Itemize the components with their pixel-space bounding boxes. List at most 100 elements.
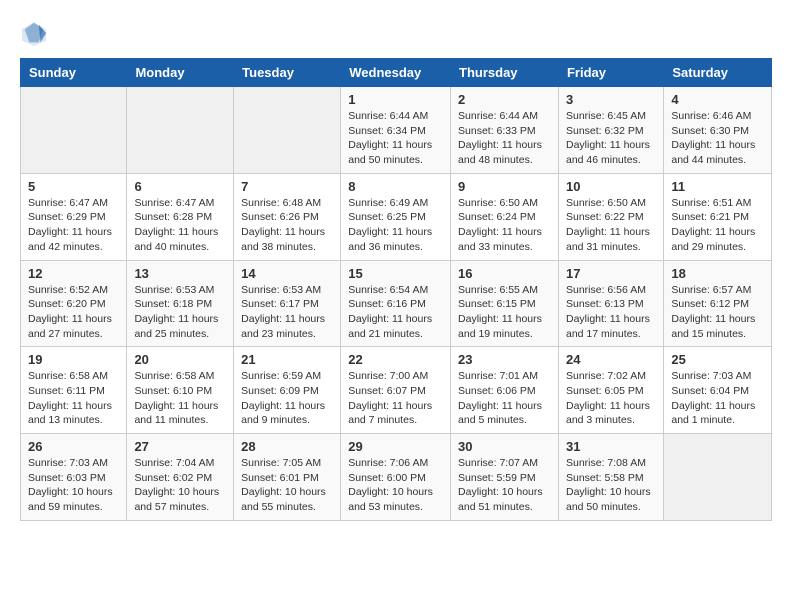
calendar-cell: 23 Sunrise: 7:01 AM Sunset: 6:06 PM Dayli… (451, 347, 559, 434)
calendar-week-row: 19Sunrise: 6:58 AM Sunset: 6:11 PM Dayli… (21, 347, 772, 434)
calendar-cell: 28 Sunrise: 7:05 AM Sunset: 6:01 PM Dayli… (234, 434, 341, 521)
day-info: Sunrise: 6:47 AM Sunset: 6:28 PM Dayligh… (134, 196, 226, 255)
day-header: Wednesday (341, 59, 451, 87)
day-number: 6 (134, 179, 226, 194)
day-info: Sunrise: 7:04 AM Sunset: 6:02 PM Dayligh… (134, 456, 226, 515)
day-info: Sunrise: 6:58 AM Sunset: 6:11 PM Dayligh… (28, 369, 119, 428)
day-number: 22 (348, 352, 443, 367)
day-number: 23 (458, 352, 551, 367)
day-info: Sunrise: 6:56 AM Sunset: 6:13 PM Dayligh… (566, 283, 656, 342)
day-number: 26 (28, 439, 119, 454)
calendar-table: SundayMondayTuesdayWednesdayThursdayFrid… (20, 58, 772, 521)
day-info: Sunrise: 6:58 AM Sunset: 6:10 PM Dayligh… (134, 369, 226, 428)
calendar-cell: 7 Sunrise: 6:48 AM Sunset: 6:26 PM Daylig… (234, 173, 341, 260)
day-number: 9 (458, 179, 551, 194)
day-number: 12 (28, 266, 119, 281)
calendar-week-row: 26 Sunrise: 7:03 AM Sunset: 6:03 PM Dayli… (21, 434, 772, 521)
calendar-week-row: 12 Sunrise: 6:52 AM Sunset: 6:20 PM Dayli… (21, 260, 772, 347)
day-number: 14 (241, 266, 333, 281)
day-number: 8 (348, 179, 443, 194)
day-info: Sunrise: 6:48 AM Sunset: 6:26 PM Dayligh… (241, 196, 333, 255)
day-info: Sunrise: 7:02 AM Sunset: 6:05 PM Dayligh… (566, 369, 656, 428)
calendar-cell: 29 Sunrise: 7:06 AM Sunset: 6:00 PM Dayli… (341, 434, 451, 521)
calendar-cell (127, 87, 234, 174)
calendar-cell: 3 Sunrise: 6:45 AM Sunset: 6:32 PM Daylig… (558, 87, 663, 174)
day-number: 2 (458, 92, 551, 107)
day-info: Sunrise: 6:50 AM Sunset: 6:22 PM Dayligh… (566, 196, 656, 255)
day-number: 18 (671, 266, 764, 281)
day-info: Sunrise: 7:05 AM Sunset: 6:01 PM Dayligh… (241, 456, 333, 515)
calendar-cell: 16Sunrise: 6:55 AM Sunset: 6:15 PM Dayli… (451, 260, 559, 347)
calendar-cell: 26 Sunrise: 7:03 AM Sunset: 6:03 PM Dayli… (21, 434, 127, 521)
day-info: Sunrise: 6:46 AM Sunset: 6:30 PM Dayligh… (671, 109, 764, 168)
day-number: 4 (671, 92, 764, 107)
day-info: Sunrise: 6:52 AM Sunset: 6:20 PM Dayligh… (28, 283, 119, 342)
day-header: Saturday (664, 59, 772, 87)
calendar-cell: 12 Sunrise: 6:52 AM Sunset: 6:20 PM Dayli… (21, 260, 127, 347)
calendar-cell: 1Sunrise: 6:44 AM Sunset: 6:34 PM Daylig… (341, 87, 451, 174)
day-info: Sunrise: 6:47 AM Sunset: 6:29 PM Dayligh… (28, 196, 119, 255)
logo-icon (20, 20, 48, 48)
day-number: 10 (566, 179, 656, 194)
calendar-cell: 24 Sunrise: 7:02 AM Sunset: 6:05 PM Dayli… (558, 347, 663, 434)
header-row: SundayMondayTuesdayWednesdayThursdayFrid… (21, 59, 772, 87)
day-number: 28 (241, 439, 333, 454)
day-number: 25 (671, 352, 764, 367)
day-info: Sunrise: 7:03 AM Sunset: 6:03 PM Dayligh… (28, 456, 119, 515)
day-number: 27 (134, 439, 226, 454)
day-info: Sunrise: 6:49 AM Sunset: 6:25 PM Dayligh… (348, 196, 443, 255)
day-number: 13 (134, 266, 226, 281)
day-number: 29 (348, 439, 443, 454)
page-header (20, 20, 772, 48)
calendar-cell: 6 Sunrise: 6:47 AM Sunset: 6:28 PM Daylig… (127, 173, 234, 260)
day-info: Sunrise: 6:51 AM Sunset: 6:21 PM Dayligh… (671, 196, 764, 255)
day-number: 5 (28, 179, 119, 194)
day-number: 31 (566, 439, 656, 454)
calendar-cell (664, 434, 772, 521)
day-info: Sunrise: 6:57 AM Sunset: 6:12 PM Dayligh… (671, 283, 764, 342)
calendar-cell: 5 Sunrise: 6:47 AM Sunset: 6:29 PM Daylig… (21, 173, 127, 260)
day-info: Sunrise: 6:53 AM Sunset: 6:17 PM Dayligh… (241, 283, 333, 342)
day-header: Sunday (21, 59, 127, 87)
calendar-cell: 2Sunrise: 6:44 AM Sunset: 6:33 PM Daylig… (451, 87, 559, 174)
calendar-cell: 8 Sunrise: 6:49 AM Sunset: 6:25 PM Daylig… (341, 173, 451, 260)
logo (20, 20, 52, 48)
day-info: Sunrise: 6:59 AM Sunset: 6:09 PM Dayligh… (241, 369, 333, 428)
day-number: 3 (566, 92, 656, 107)
calendar-cell: 31 Sunrise: 7:08 AM Sunset: 5:58 PM Dayli… (558, 434, 663, 521)
calendar-week-row: 1Sunrise: 6:44 AM Sunset: 6:34 PM Daylig… (21, 87, 772, 174)
calendar-cell: 9Sunrise: 6:50 AM Sunset: 6:24 PM Daylig… (451, 173, 559, 260)
calendar-cell: 11 Sunrise: 6:51 AM Sunset: 6:21 PM Dayli… (664, 173, 772, 260)
day-header: Friday (558, 59, 663, 87)
day-info: Sunrise: 7:06 AM Sunset: 6:00 PM Dayligh… (348, 456, 443, 515)
day-info: Sunrise: 6:45 AM Sunset: 6:32 PM Dayligh… (566, 109, 656, 168)
day-number: 15 (348, 266, 443, 281)
day-number: 24 (566, 352, 656, 367)
day-info: Sunrise: 7:03 AM Sunset: 6:04 PM Dayligh… (671, 369, 764, 428)
calendar-cell: 30 Sunrise: 7:07 AM Sunset: 5:59 PM Dayli… (451, 434, 559, 521)
calendar-cell: 15 Sunrise: 6:54 AM Sunset: 6:16 PM Dayli… (341, 260, 451, 347)
day-number: 30 (458, 439, 551, 454)
day-info: Sunrise: 7:00 AM Sunset: 6:07 PM Dayligh… (348, 369, 443, 428)
day-number: 7 (241, 179, 333, 194)
calendar-cell: 4 Sunrise: 6:46 AM Sunset: 6:30 PM Daylig… (664, 87, 772, 174)
day-header: Thursday (451, 59, 559, 87)
day-number: 1 (348, 92, 443, 107)
day-info: Sunrise: 7:01 AM Sunset: 6:06 PM Dayligh… (458, 369, 551, 428)
day-number: 21 (241, 352, 333, 367)
calendar-cell: 17Sunrise: 6:56 AM Sunset: 6:13 PM Dayli… (558, 260, 663, 347)
day-info: Sunrise: 6:53 AM Sunset: 6:18 PM Dayligh… (134, 283, 226, 342)
day-info: Sunrise: 6:55 AM Sunset: 6:15 PM Dayligh… (458, 283, 551, 342)
calendar-cell: 13 Sunrise: 6:53 AM Sunset: 6:18 PM Dayli… (127, 260, 234, 347)
calendar-cell: 18 Sunrise: 6:57 AM Sunset: 6:12 PM Dayli… (664, 260, 772, 347)
day-info: Sunrise: 7:07 AM Sunset: 5:59 PM Dayligh… (458, 456, 551, 515)
day-info: Sunrise: 6:54 AM Sunset: 6:16 PM Dayligh… (348, 283, 443, 342)
calendar-cell (234, 87, 341, 174)
day-header: Monday (127, 59, 234, 87)
day-header: Tuesday (234, 59, 341, 87)
day-number: 11 (671, 179, 764, 194)
calendar-cell: 14 Sunrise: 6:53 AM Sunset: 6:17 PM Dayli… (234, 260, 341, 347)
calendar-cell: 19Sunrise: 6:58 AM Sunset: 6:11 PM Dayli… (21, 347, 127, 434)
day-info: Sunrise: 7:08 AM Sunset: 5:58 PM Dayligh… (566, 456, 656, 515)
calendar-cell: 20Sunrise: 6:58 AM Sunset: 6:10 PM Dayli… (127, 347, 234, 434)
